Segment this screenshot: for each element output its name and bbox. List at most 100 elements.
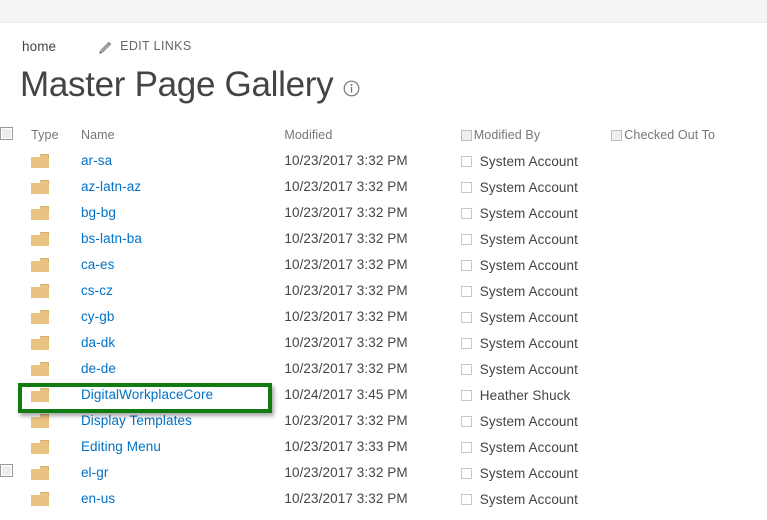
item-name-link[interactable]: cs-cz xyxy=(81,283,113,298)
row-select-cell[interactable] xyxy=(0,226,31,252)
presence-checkbox[interactable] xyxy=(460,155,472,167)
item-name-link[interactable]: az-latn-az xyxy=(81,179,141,194)
presence-checkbox[interactable] xyxy=(460,181,472,193)
row-select-cell[interactable] xyxy=(0,460,31,486)
row-checked-out-to-cell xyxy=(611,174,767,200)
item-name-link[interactable]: bs-latn-ba xyxy=(81,231,142,246)
row-select-cell[interactable] xyxy=(0,356,31,382)
table-row[interactable]: de-de 10/23/2017 3:32 PM System Account xyxy=(0,356,767,382)
row-name-cell[interactable]: bs-latn-ba xyxy=(81,226,284,252)
row-select-cell[interactable] xyxy=(0,330,31,356)
presence-checkbox[interactable] xyxy=(460,467,472,479)
row-name-cell[interactable]: az-latn-az xyxy=(81,174,284,200)
checked-out-to-column-checkbox[interactable] xyxy=(611,129,623,141)
row-select-cell[interactable] xyxy=(0,304,31,330)
item-name-link[interactable]: bg-bg xyxy=(81,205,116,220)
row-name-cell[interactable]: DigitalWorkplaceCore xyxy=(81,382,284,408)
row-select-cell[interactable] xyxy=(0,278,31,304)
presence-checkbox[interactable] xyxy=(460,493,472,505)
modified-by-column-checkbox[interactable] xyxy=(460,129,472,141)
edit-links-button[interactable]: EDIT LINKS xyxy=(98,39,191,54)
table-body: ar-sa 10/23/2017 3:32 PM System Account az-… xyxy=(0,148,767,512)
row-type-cell xyxy=(31,148,81,174)
table-row[interactable]: az-latn-az 10/23/2017 3:32 PM System Accou… xyxy=(0,174,767,200)
row-modified-by-cell: Heather Shuck xyxy=(460,382,611,408)
item-name-link[interactable]: Editing Menu xyxy=(81,439,161,454)
column-header-modified-by[interactable]: Modified By xyxy=(460,122,611,148)
row-name-cell[interactable]: en-us xyxy=(81,486,284,512)
row-name-cell[interactable]: de-de xyxy=(81,356,284,382)
row-modified-by-text: System Account xyxy=(479,465,578,481)
presence-checkbox[interactable] xyxy=(460,337,472,349)
row-select-cell[interactable] xyxy=(0,148,31,174)
row-select-cell[interactable] xyxy=(0,252,31,278)
row-select-cell[interactable] xyxy=(0,382,31,408)
presence-checkbox[interactable] xyxy=(460,441,472,453)
table-row[interactable]: DigitalWorkplaceCore 10/24/2017 3:45 PM He… xyxy=(0,382,767,408)
table-row[interactable]: Editing Menu 10/23/2017 3:33 PM System Acc… xyxy=(0,434,767,460)
column-header-select[interactable] xyxy=(0,122,31,148)
row-modified-by-cell: System Account xyxy=(460,460,611,486)
row-name-cell[interactable]: ar-sa xyxy=(81,148,284,174)
row-modified-text: 10/23/2017 3:32 PM xyxy=(284,283,408,298)
table-row[interactable]: en-us 10/23/2017 3:32 PM System Account xyxy=(0,486,767,512)
item-name-link[interactable]: ar-sa xyxy=(81,153,112,168)
row-modified-by-cell: System Account xyxy=(460,174,611,200)
row-name-cell[interactable]: Editing Menu xyxy=(81,434,284,460)
row-name-cell[interactable]: el-gr xyxy=(81,460,284,486)
table-row[interactable]: ar-sa 10/23/2017 3:32 PM System Account xyxy=(0,148,767,174)
table-row[interactable]: da-dk 10/23/2017 3:32 PM System Account xyxy=(0,330,767,356)
row-name-cell[interactable]: cs-cz xyxy=(81,278,284,304)
column-header-type[interactable]: Type xyxy=(31,122,81,148)
row-modified-by-cell: System Account xyxy=(460,356,611,382)
table-row[interactable]: Display Templates 10/23/2017 3:32 PM Syste… xyxy=(0,408,767,434)
row-checked-out-to-cell xyxy=(611,200,767,226)
presence-checkbox[interactable] xyxy=(460,285,472,297)
row-modified-cell: 10/24/2017 3:45 PM xyxy=(284,382,460,408)
row-name-cell[interactable]: bg-bg xyxy=(81,200,284,226)
list-view: Type Name Modified Modified By Checked O… xyxy=(0,122,767,512)
presence-checkbox[interactable] xyxy=(460,415,472,427)
item-name-link[interactable]: cy-gb xyxy=(81,309,115,324)
item-name-link[interactable]: Display Templates xyxy=(81,413,192,428)
presence-checkbox[interactable] xyxy=(460,233,472,245)
row-select-checkbox[interactable] xyxy=(0,464,13,477)
row-select-cell[interactable] xyxy=(0,200,31,226)
info-circle-icon[interactable] xyxy=(343,80,360,102)
row-name-cell[interactable]: Display Templates xyxy=(81,408,284,434)
presence-checkbox[interactable] xyxy=(460,363,472,375)
presence-checkbox[interactable] xyxy=(460,389,472,401)
row-name-cell[interactable]: da-dk xyxy=(81,330,284,356)
item-name-link[interactable]: en-us xyxy=(81,491,115,506)
column-header-name[interactable]: Name xyxy=(81,122,284,148)
presence-checkbox[interactable] xyxy=(460,207,472,219)
column-header-modified[interactable]: Modified xyxy=(284,122,460,148)
table-row[interactable]: ca-es 10/23/2017 3:32 PM System Account xyxy=(0,252,767,278)
row-select-cell[interactable] xyxy=(0,174,31,200)
breadcrumb-home-link[interactable]: home xyxy=(22,39,56,54)
table-row[interactable]: bg-bg 10/23/2017 3:32 PM System Account xyxy=(0,200,767,226)
item-name-link[interactable]: el-gr xyxy=(81,465,109,480)
item-name-link[interactable]: ca-es xyxy=(81,257,115,272)
row-select-cell[interactable] xyxy=(0,486,31,512)
table-row[interactable]: cs-cz 10/23/2017 3:32 PM System Account xyxy=(0,278,767,304)
row-checked-out-to-cell xyxy=(611,486,767,512)
column-header-checked-out-to[interactable]: Checked Out To xyxy=(611,122,767,148)
table-row[interactable]: bs-latn-ba 10/23/2017 3:32 PM System Accou… xyxy=(0,226,767,252)
row-name-cell[interactable]: cy-gb xyxy=(81,304,284,330)
table-row[interactable]: cy-gb 10/23/2017 3:32 PM System Account xyxy=(0,304,767,330)
row-select-cell[interactable] xyxy=(0,434,31,460)
presence-checkbox[interactable] xyxy=(460,311,472,323)
item-name-link[interactable]: da-dk xyxy=(81,335,115,350)
row-modified-text: 10/23/2017 3:32 PM xyxy=(284,491,408,506)
page-title-row: Master Page Gallery xyxy=(0,56,767,108)
row-select-cell[interactable] xyxy=(0,408,31,434)
table-row[interactable]: el-gr 10/23/2017 3:32 PM System Account xyxy=(0,460,767,486)
row-type-cell xyxy=(31,226,81,252)
presence-checkbox[interactable] xyxy=(460,259,472,271)
item-name-link[interactable]: DigitalWorkplaceCore xyxy=(81,387,213,402)
item-name-link[interactable]: de-de xyxy=(81,361,116,376)
select-all-checkbox[interactable] xyxy=(0,127,13,140)
folder-icon xyxy=(31,310,50,324)
row-name-cell[interactable]: ca-es xyxy=(81,252,284,278)
